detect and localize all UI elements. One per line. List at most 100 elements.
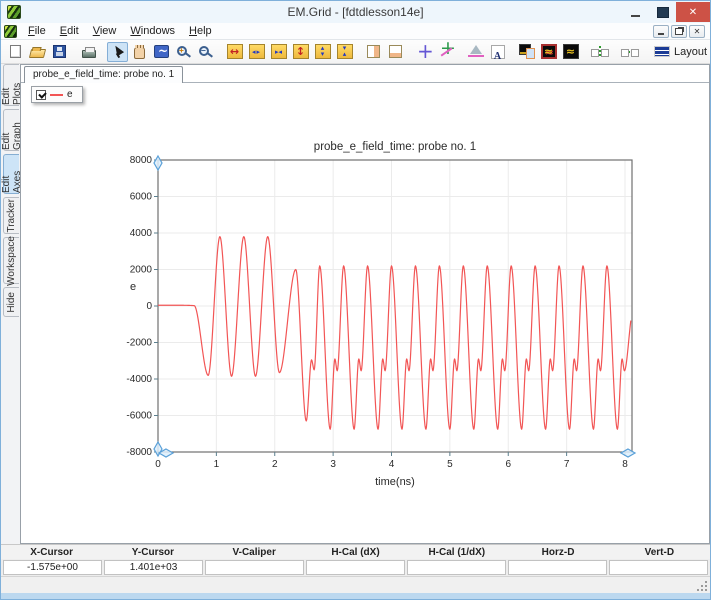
toolbar: Layout▾ <box>1 40 710 64</box>
x-tick-label: 0 <box>155 459 161 470</box>
status-column-header: H-Cal (dX) <box>305 547 406 558</box>
status-value-cell: -1.575e+00 <box>3 560 102 575</box>
layout-bars-icon <box>654 46 670 57</box>
app-status-bar <box>1 576 710 593</box>
y-expand-icon[interactable] <box>312 42 333 62</box>
zoom-in-glyph <box>177 46 187 56</box>
x-compress-icon[interactable] <box>268 42 289 62</box>
sidebar-tab-edit-graph[interactable]: Edit Graph <box>3 109 19 151</box>
status-value-cell <box>508 560 607 575</box>
x-tick-label: 3 <box>330 459 336 470</box>
status-value-cell: 1.401e+03 <box>104 560 203 575</box>
status-column-header: H-Cal (1/dX) <box>406 547 507 558</box>
y-extents-icon[interactable] <box>290 42 311 62</box>
caliper-glyph <box>468 45 484 58</box>
status-column-header: V-Caliper <box>204 547 305 558</box>
mdi-close-button[interactable] <box>689 25 705 38</box>
y-compress-icon[interactable] <box>334 42 355 62</box>
document-logo-icon <box>4 25 17 38</box>
plot-style-icon[interactable] <box>560 42 581 62</box>
select-arrow-icon[interactable] <box>107 42 128 62</box>
open-folder-glyph <box>29 49 46 58</box>
spacing-horizontal-icon[interactable] <box>619 42 641 62</box>
chart-title: probe_e_field_time: probe no. 1 <box>314 141 476 153</box>
chart-area[interactable]: 80006000400020000-2000-4000-6000-8000012… <box>121 135 656 490</box>
document-tab-bar: probe_e_field_time: probe no. 1 <box>21 65 709 83</box>
app-window: EM.Grid - [fdtdlesson14e] FileEditViewWi… <box>0 0 711 600</box>
y-extents-glyph <box>293 44 309 59</box>
status-value-cell <box>306 560 405 575</box>
zoom-window-icon[interactable] <box>151 42 172 62</box>
close-button[interactable] <box>676 2 710 22</box>
axis-handle-bottom-right[interactable] <box>621 449 635 457</box>
spacing-vertical-glyph <box>591 45 609 59</box>
plot-style-active-icon[interactable] <box>538 42 559 62</box>
toolbar-group <box>5 42 70 62</box>
save-icon[interactable] <box>49 42 70 62</box>
mdi-restore-button[interactable] <box>671 25 687 38</box>
x-expand-icon[interactable] <box>246 42 267 62</box>
sidebar-tab-label: Hide <box>6 292 17 313</box>
new-document-glyph <box>10 45 21 58</box>
panel-horizontal-icon[interactable] <box>385 42 406 62</box>
pan-hand-icon[interactable] <box>129 42 150 62</box>
text-annotation-glyph <box>491 45 505 59</box>
y-tick-label: 4000 <box>130 228 153 239</box>
y-compress-glyph <box>337 44 353 59</box>
copy-plot-icon[interactable] <box>516 42 537 62</box>
x-extents-glyph <box>227 44 243 59</box>
axis-handle-top-left[interactable] <box>154 156 162 170</box>
legend-checkbox[interactable] <box>36 90 46 100</box>
menu-windows[interactable]: Windows <box>123 24 182 38</box>
menu-bar: FileEditViewWindowsHelp <box>1 23 710 40</box>
sidebar-tab-label: Tracker <box>6 199 17 233</box>
minimize-button[interactable] <box>622 2 649 22</box>
plot-style-glyph <box>563 44 579 59</box>
x-tick-label: 1 <box>214 459 220 470</box>
menu-view[interactable]: View <box>86 24 124 38</box>
add-marker-icon[interactable] <box>414 42 435 62</box>
resize-grip[interactable] <box>697 581 707 591</box>
open-folder-icon[interactable] <box>27 42 48 62</box>
title-bar: EM.Grid - [fdtdlesson14e] <box>1 1 710 23</box>
y-tick-label: -4000 <box>126 374 152 385</box>
menu-edit[interactable]: Edit <box>53 24 86 38</box>
y-tick-label: -8000 <box>126 447 152 458</box>
sidebar-tab-hide[interactable]: Hide <box>3 287 19 317</box>
menu-help[interactable]: Help <box>182 24 219 38</box>
panel-vertical-icon[interactable] <box>363 42 384 62</box>
layout-menu[interactable]: Layout▾ <box>649 42 711 62</box>
sidebar-tab-tracker[interactable]: Tracker <box>3 197 19 234</box>
spacing-vertical-icon[interactable] <box>589 42 611 62</box>
x-tick-label: 4 <box>389 459 395 470</box>
text-annotation-icon[interactable] <box>487 42 508 62</box>
toolbar-group <box>516 42 581 62</box>
y-axis-label: e <box>130 281 136 293</box>
chart-svg[interactable]: 80006000400020000-2000-4000-6000-8000012… <box>121 135 656 490</box>
toolbar-group <box>465 42 508 62</box>
x-tick-label: 7 <box>564 459 570 470</box>
zoom-out-icon[interactable] <box>195 42 216 62</box>
sidebar-tab-edit-axes[interactable]: Edit Axes <box>3 154 19 194</box>
mdi-minimize-button[interactable] <box>653 25 669 38</box>
status-column-header: Y-Cursor <box>102 547 203 558</box>
print-icon[interactable] <box>78 42 99 62</box>
maximize-button[interactable] <box>649 2 676 22</box>
legend-line-swatch <box>50 94 63 96</box>
caliper-icon[interactable] <box>465 42 486 62</box>
sidebar-tab-edit-plots[interactable]: Edit Plots <box>3 64 19 106</box>
status-value-cell <box>407 560 506 575</box>
y-tick-label: 2000 <box>130 265 153 276</box>
y-expand-glyph <box>315 44 331 59</box>
zoom-in-icon[interactable] <box>173 42 194 62</box>
tracker-axes-icon[interactable] <box>436 42 457 62</box>
new-document-icon[interactable] <box>5 42 26 62</box>
sidebar-tab-workspace[interactable]: Workspace <box>3 237 19 284</box>
window-controls <box>622 2 710 22</box>
menu-file[interactable]: File <box>21 24 53 38</box>
main-area: Edit Plots Edit Graph Edit Axes Tracker Work… <box>1 64 710 544</box>
document-tab[interactable]: probe_e_field_time: probe no. 1 <box>24 66 183 83</box>
x-extents-icon[interactable] <box>224 42 245 62</box>
layout-label: Layout <box>674 46 707 58</box>
status-column-header: Horz-D <box>507 547 608 558</box>
